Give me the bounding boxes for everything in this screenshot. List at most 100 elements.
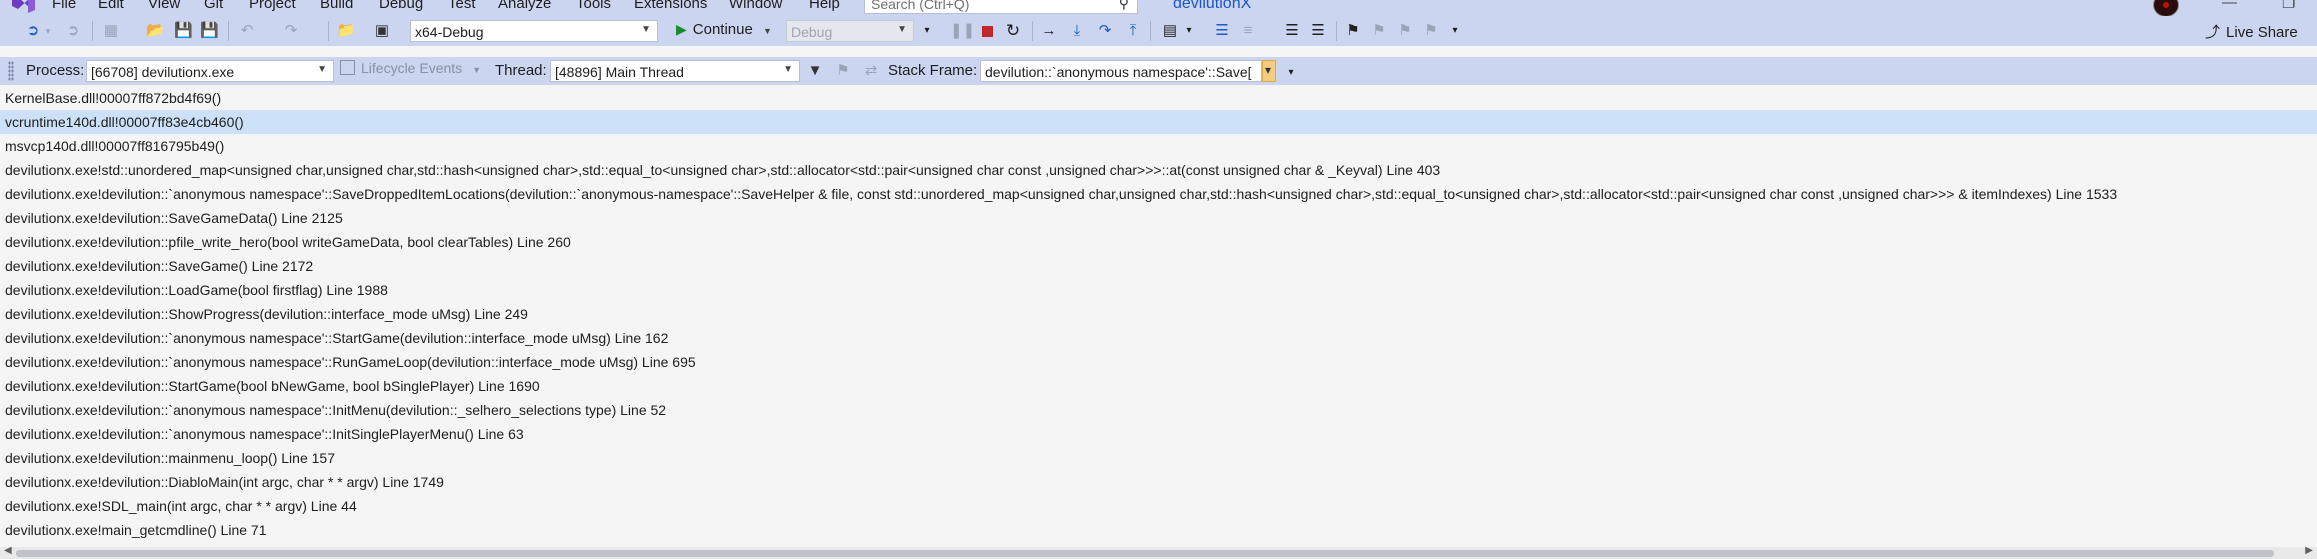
show-flagged-threads-icon[interactable]: ⇄ [862,61,880,81]
menu-bar: File Edit View Git Project Build Debug T… [0,0,2317,16]
call-stack-frame[interactable]: devilutionx.exe!devilution::`anonymous n… [0,182,2317,206]
redo-icon[interactable]: ↷ [282,21,300,41]
debug-target-dropdown[interactable]: Debug ▼ [786,20,914,42]
scrollbar-thumb[interactable] [16,550,2274,557]
step-over-icon[interactable]: ↷ [1096,21,1114,41]
search-input[interactable]: Search (Ctrl+Q) ⚲ [864,0,1138,14]
avatar[interactable] [2153,0,2179,16]
call-stack-frame[interactable]: devilutionx.exe!devilution::SaveGame() L… [0,254,2317,278]
live-share-button[interactable]: ⤴ Live Share [2205,21,2298,42]
thread-view-icon[interactable]: ☰ [1212,21,1232,41]
call-stack-frame[interactable]: devilutionx.exe!std::unordered_map<unsig… [0,158,2317,182]
call-stack-frame[interactable]: devilutionx.exe!devilution::`anonymous n… [0,422,2317,446]
filter-icon[interactable]: ▼ [806,61,824,81]
process-dropdown[interactable]: [66708] devilutionx.exe ▼ [86,60,334,82]
stack-frame-dropdown[interactable]: devilution::`anonymous namespace'::Save[ [980,60,1262,82]
toolbar-grip[interactable] [8,61,14,81]
menu-tools[interactable]: Tools [576,0,611,12]
show-next-statement-icon[interactable]: → [1040,21,1058,41]
menu-extensions[interactable]: Extensions [634,0,707,12]
toolbar-separator [228,21,229,41]
stack-frame-dropdown-button[interactable] [1262,60,1276,82]
call-stack-frame[interactable]: KernelBase.dll!00007ff872bd4f69() [0,86,2317,110]
call-stack-frame[interactable]: devilutionx.exe!devilution::mainmenu_loo… [0,446,2317,470]
call-stack-frame[interactable]: devilutionx.exe!devilution::StartGame(bo… [0,374,2317,398]
debug-target-value: Debug [791,24,833,40]
comment-out-icon[interactable]: ☰ [1282,21,1302,41]
break-all-icon[interactable]: ❚❚ [950,21,975,41]
chevron-down-icon: ▼ [897,24,907,35]
lifecycle-icon [340,60,355,75]
call-stack-frame[interactable]: devilutionx.exe!devilution::pfile_write_… [0,230,2317,254]
find-in-files-icon[interactable]: 📁 [336,21,356,41]
call-stack-frame[interactable]: devilutionx.exe!devilution::`anonymous n… [0,398,2317,422]
toolbar-overflow-icon[interactable]: ▾ [1286,63,1296,83]
hex-display-icon[interactable]: ▤ [1160,21,1180,41]
bookmark-icon[interactable]: ⚑ [1344,21,1362,41]
standard-toolbar: ➲ ▾ ➲ ▦ 📂 💾 💾 ↶ ↷ 📁 ▣ x64-Debug ▼ ▶ Conti… [0,16,2317,46]
save-all-icon[interactable]: 💾 [200,21,219,41]
menu-help[interactable]: Help [809,0,840,12]
save-icon[interactable]: 💾 [174,21,193,41]
undo-icon[interactable]: ↶ [238,21,256,41]
scroll-right-icon[interactable]: ▶ [2305,545,2313,556]
share-icon: ⤴ [2205,24,2221,41]
call-stack-frame[interactable]: devilutionx.exe!devilution::`anonymous n… [0,350,2317,374]
menu-analyze[interactable]: Analyze [498,0,551,12]
call-stack-frame[interactable]: devilutionx.exe!devilution::LoadGame(boo… [0,278,2317,302]
call-stack-frame[interactable]: devilutionx.exe!devilution::SaveGameData… [0,206,2317,230]
new-item-icon[interactable]: ▦ [102,21,120,41]
menu-project[interactable]: Project [249,0,296,12]
show-threads-icon[interactable]: ≡ [1238,21,1258,41]
navigate-forward-icon[interactable]: ➲ [64,21,82,41]
call-stack-frame[interactable]: vcruntime140d.dll!00007ff83e4cb460() [0,110,2317,134]
menu-debug[interactable]: Debug [379,0,423,12]
chevron-down-icon[interactable]: ▾ [44,21,52,41]
restore-icon[interactable]: ❐ [2282,0,2295,12]
stop-debugging-icon[interactable] [982,26,993,37]
previous-bookmark-icon[interactable]: ⚑ [1370,21,1388,41]
step-into-icon[interactable]: ⤓ [1068,21,1086,41]
menu-git[interactable]: Git [204,0,223,12]
configuration-dropdown[interactable]: x64-Debug ▼ [410,20,658,42]
chevron-down-icon[interactable]: ▾ [1184,21,1194,41]
toggle-flag-icon[interactable]: ⚑ [834,61,852,81]
next-bookmark-icon[interactable]: ⚑ [1396,21,1414,41]
scroll-left-icon[interactable]: ◀ [4,545,12,556]
call-stack-frame[interactable]: devilutionx.exe!devilution::DiabloMain(i… [0,470,2317,494]
horizontal-scrollbar[interactable]: ◀ ▶ [0,545,2317,559]
lifecycle-events-button[interactable]: Lifecycle Events ▼ [340,60,481,82]
menu-build[interactable]: Build [320,0,353,12]
uncomment-icon[interactable]: ☰ [1308,21,1328,41]
open-file-icon[interactable]: 📂 [146,21,165,41]
toolbar-separator [1150,21,1151,41]
process-label: Process: [26,62,85,79]
clear-bookmarks-icon[interactable]: ⚑ [1422,21,1440,41]
call-stack-frame[interactable]: msvcp140d.dll!00007ff816795b49() [0,134,2317,158]
toolbar-overflow-icon[interactable]: ▾ [1450,21,1460,41]
toolbar-separator [92,21,93,41]
menu-edit[interactable]: Edit [98,0,124,12]
minimize-icon[interactable]: — [2222,0,2237,11]
visual-studio-logo-icon [12,0,35,13]
step-out-icon[interactable]: ⤒ [1124,21,1142,41]
chevron-down-icon: ▼ [783,64,793,75]
toolbar-overflow-icon[interactable]: ▾ [922,21,932,41]
search-icon: ⚲ [1118,0,1129,11]
restart-icon[interactable]: ↻ [1004,21,1022,41]
menu-view[interactable]: View [148,0,180,12]
chevron-down-icon: ▼ [317,64,327,75]
navigate-back-icon[interactable]: ➲ [24,21,42,41]
call-stack-frame[interactable]: devilutionx.exe!devilution::ShowProgress… [0,302,2317,326]
menu-file[interactable]: File [52,0,76,12]
call-stack-frame[interactable]: devilutionx.exe!SDL_main(int argc, char … [0,494,2317,518]
continue-button[interactable]: ▶ Continue ▼ [676,21,772,41]
configuration-value: x64-Debug [415,24,484,40]
call-stack-frame[interactable]: devilutionx.exe!devilution::`anonymous n… [0,326,2317,350]
screenshot-icon[interactable]: ▣ [372,21,392,41]
menu-window[interactable]: Window [729,0,782,12]
thread-dropdown[interactable]: [48896] Main Thread ▼ [550,60,800,82]
call-stack-frame[interactable]: devilutionx.exe!main_getcmdline() Line 7… [0,518,2317,542]
call-stack-list: KernelBase.dll!00007ff872bd4f69() vcrunti… [0,86,2317,542]
menu-test[interactable]: Test [448,0,476,12]
